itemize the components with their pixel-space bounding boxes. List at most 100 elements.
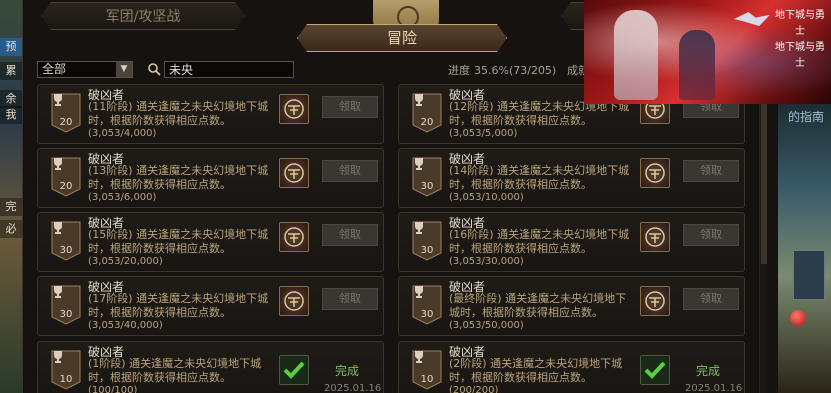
- claim-button[interactable]: 领取: [322, 160, 378, 182]
- achievement-card: 30 破凶者 (15阶段) 通关逢魔之未央幻境地下城时，根据阶数获得相应点数。 (3,…: [37, 212, 384, 272]
- reward-emblem-icon[interactable]: [279, 286, 309, 316]
- points-badge: 10: [412, 350, 442, 390]
- achievement-card: 20 破凶者 (13阶段) 通关逢魔之未央幻境地下城时，根据阶数获得相应点数。 (3,…: [37, 148, 384, 208]
- scenery-block: [793, 250, 825, 300]
- left-strip-item: 我: [0, 106, 22, 124]
- achievement-desc: (1阶段) 通关逢魔之未央幻境地下城时，根据阶数获得相应点数。: [88, 357, 262, 384]
- reward-emblem-icon[interactable]: [279, 158, 309, 188]
- claim-button[interactable]: 领取: [683, 288, 739, 310]
- points-value: 20: [59, 117, 73, 128]
- achievement-card: 10 破凶者 (2阶段) 通关逢魔之未央幻境地下城时，根据阶数获得相应点数。 (200…: [398, 341, 745, 393]
- check-mark: [283, 361, 305, 379]
- points-value: 30: [59, 245, 73, 256]
- achievement-card: 20 破凶者 (11阶段) 通关逢魔之未央幻境地下城时，根据阶数获得相应点数。 (3,…: [37, 84, 384, 144]
- search-icon: [148, 63, 161, 76]
- check-icon: [279, 355, 309, 385]
- claim-button[interactable]: 领取: [322, 288, 378, 310]
- promo-banner[interactable]: 地下城与勇士 地下城与勇士: [584, 0, 831, 104]
- character-art: [614, 10, 658, 100]
- search-input[interactable]: [164, 61, 294, 78]
- red-orb-icon[interactable]: [790, 310, 806, 326]
- achievement-desc: (11阶段) 通关逢魔之未央幻境地下城时，根据阶数获得相应点数。: [88, 100, 269, 127]
- guide-link[interactable]: 的指南: [788, 108, 824, 125]
- emblem-shape: [645, 163, 665, 183]
- achievement-desc: (12阶段) 通关逢魔之未央幻境地下城时，根据阶数获得相应点数。: [449, 100, 630, 127]
- points-value: 30: [420, 245, 434, 256]
- check-mark: [644, 361, 666, 379]
- character-art: [679, 30, 715, 100]
- claim-button[interactable]: 领取: [322, 96, 378, 118]
- points-badge: 30: [51, 221, 81, 261]
- achievement-card: 30 破凶者 (14阶段) 通关逢魔之未央幻境地下城时，根据阶数获得相应点数。 (3,…: [398, 148, 745, 208]
- emblem-shape: [645, 291, 665, 311]
- scrollbar-thumb[interactable]: [761, 84, 767, 264]
- trophy-icon: [54, 286, 62, 298]
- reward-emblem-icon[interactable]: [640, 286, 670, 316]
- left-strip-item[interactable]: 预: [0, 38, 22, 56]
- left-strip-item: 累: [0, 62, 22, 80]
- achievement-desc: (最终阶段) 通关逢魔之未央幻境地下城时，根据阶数获得相应点数。: [449, 292, 627, 319]
- left-game-strip: 预 累 余 我 完 必: [0, 0, 22, 393]
- points-value: 30: [420, 181, 434, 192]
- emblem-shape: [284, 291, 304, 311]
- claim-button[interactable]: 领取: [322, 224, 378, 246]
- left-strip-item: 必: [0, 220, 22, 238]
- points-value: 20: [59, 181, 73, 192]
- trophy-icon: [54, 351, 62, 363]
- category-select[interactable]: 全部 ▼: [37, 61, 133, 78]
- reward-emblem-icon[interactable]: [279, 222, 309, 252]
- points-badge: 20: [412, 93, 442, 133]
- points-badge: 30: [412, 221, 442, 261]
- status-complete: 完成: [335, 364, 360, 378]
- trophy-icon: [54, 158, 62, 170]
- points-value: 30: [420, 309, 434, 320]
- achievement-progress: (3,053/50,000): [449, 320, 524, 331]
- achievement-desc: (13阶段) 通关逢魔之未央幻境地下城时，根据阶数获得相应点数。: [88, 164, 269, 191]
- trophy-icon: [54, 222, 62, 234]
- achievement-progress: (200/200): [449, 385, 499, 393]
- logo-line: 地下城与勇士: [775, 10, 825, 37]
- points-value: 20: [420, 117, 434, 128]
- tab-legion[interactable]: 军团/攻坚战: [41, 2, 245, 30]
- progress-readout: 进度 35.6%(73/205): [448, 62, 556, 78]
- trophy-icon: [415, 222, 423, 234]
- status-complete: 完成: [696, 364, 721, 378]
- achievement-progress: (3,053/5,000): [449, 128, 518, 139]
- achievement-progress: (3,053/10,000): [449, 192, 524, 203]
- achievement-card: 30 破凶者 (16阶段) 通关逢魔之未央幻境地下城时，根据阶数获得相应点数。 (3,…: [398, 212, 745, 272]
- chevron-down-icon[interactable]: ▼: [116, 62, 132, 77]
- points-value: 10: [59, 374, 73, 385]
- emblem-shape: [284, 99, 304, 119]
- tab-adventure[interactable]: 冒险: [297, 24, 507, 52]
- achievement-desc: (17阶段) 通关逢魔之未央幻境地下城时，根据阶数获得相应点数。: [88, 292, 269, 319]
- reward-emblem-icon[interactable]: [640, 222, 670, 252]
- trophy-icon: [415, 158, 423, 170]
- achievement-card: 30 破凶者 (17阶段) 通关逢魔之未央幻境地下城时，根据阶数获得相应点数。 (3,…: [37, 276, 384, 336]
- achievement-progress: (3,053/40,000): [88, 320, 163, 331]
- points-badge: 20: [51, 93, 81, 133]
- achievement-progress: (3,053/20,000): [88, 256, 163, 267]
- emblem-shape: [284, 227, 304, 247]
- points-value: 10: [420, 374, 434, 385]
- scrollbar[interactable]: [759, 84, 767, 393]
- achievement-progress: (3,053/30,000): [449, 256, 524, 267]
- points-badge: 20: [51, 157, 81, 197]
- reward-emblem-icon[interactable]: [640, 158, 670, 188]
- emblem-shape: [645, 227, 665, 247]
- complete-date: 2025.01.16: [324, 383, 382, 393]
- achievement-desc: (16阶段) 通关逢魔之未央幻境地下城时，根据阶数获得相应点数。: [449, 228, 630, 255]
- achievement-desc: (2阶段) 通关逢魔之未央幻境地下城时，根据阶数获得相应点数。: [449, 357, 623, 384]
- trophy-icon: [415, 94, 423, 106]
- achievement-card: 10 破凶者 (1阶段) 通关逢魔之未央幻境地下城时，根据阶数获得相应点数。 (100…: [37, 341, 384, 393]
- points-badge: 30: [51, 285, 81, 325]
- points-badge: 10: [51, 350, 81, 390]
- left-strip-item: 完: [0, 198, 22, 216]
- trophy-icon: [415, 286, 423, 298]
- complete-date: 2025.01.16: [685, 383, 743, 393]
- achievement-card: 30 破凶者 (最终阶段) 通关逢魔之未央幻境地下城时，根据阶数获得相应点数。 (3,…: [398, 276, 745, 336]
- claim-button[interactable]: 领取: [683, 160, 739, 182]
- reward-emblem-icon[interactable]: [279, 94, 309, 124]
- points-badge: 30: [412, 157, 442, 197]
- achievement-progress: (100/100): [88, 385, 138, 393]
- claim-button[interactable]: 领取: [683, 224, 739, 246]
